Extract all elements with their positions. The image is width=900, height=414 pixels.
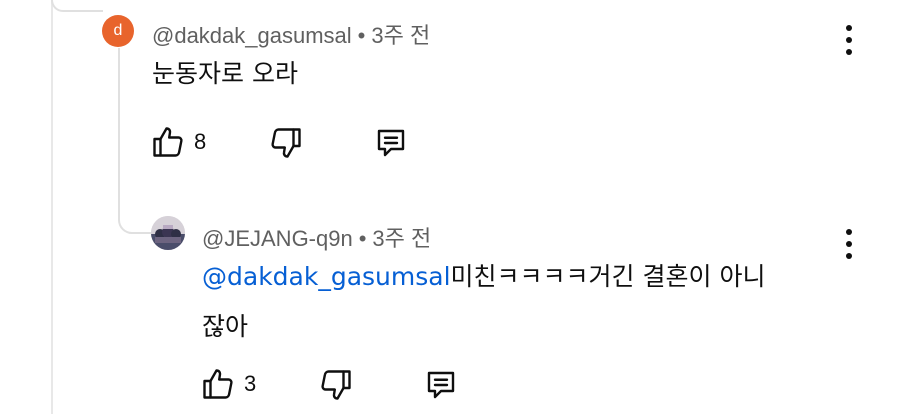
dislike-button[interactable] [268, 125, 304, 161]
comment-text: 눈동자로 오라 [152, 59, 298, 88]
like-button[interactable]: 3 [200, 366, 256, 402]
thumbs-down-icon [271, 128, 301, 158]
like-count: 8 [194, 129, 207, 154]
reply-thread-connector [118, 48, 152, 234]
reply-text-line2: 잖아 [202, 312, 249, 341]
avatar-letter: d [113, 22, 123, 39]
comment-author[interactable]: @dakdak_gasumsal [152, 23, 352, 48]
more-vertical-icon[interactable] [839, 229, 859, 259]
avatar[interactable]: d [102, 15, 134, 47]
reply-author[interactable]: @JEJANG-q9n [202, 226, 353, 251]
comment-header: @dakdak_gasumsal • 3주 전 [152, 18, 430, 50]
thread-line [51, 0, 53, 414]
mention-link[interactable]: @dakdak_gasumsal [202, 262, 451, 291]
avatar[interactable] [151, 216, 185, 250]
thread-connector [51, 0, 103, 12]
thumbs-up-icon [153, 127, 183, 157]
reply-text-line1: 미친ㅋㅋㅋㅋ거긴 결혼이 아니 [450, 262, 766, 291]
reply-button[interactable] [372, 125, 410, 161]
dislike-button[interactable] [318, 367, 354, 403]
reply-header: @JEJANG-q9n • 3주 전 [202, 221, 431, 253]
comment-time[interactable]: 3주 전 [371, 23, 430, 48]
like-button[interactable]: 8 [150, 124, 206, 160]
separator: • [357, 23, 366, 48]
reply-text: @dakdak_gasumsal미친ㅋㅋㅋㅋ거긴 결혼이 아니 잖아 [202, 252, 842, 352]
like-count: 3 [244, 371, 257, 396]
reply-time[interactable]: 3주 전 [372, 226, 431, 251]
comment-icon [427, 371, 455, 399]
reply-button[interactable] [422, 367, 460, 403]
more-vertical-icon[interactable] [839, 25, 859, 55]
comment-icon [377, 129, 405, 157]
thumbs-down-icon [321, 370, 351, 400]
separator: • [358, 226, 367, 251]
thumbs-up-icon [203, 369, 233, 399]
